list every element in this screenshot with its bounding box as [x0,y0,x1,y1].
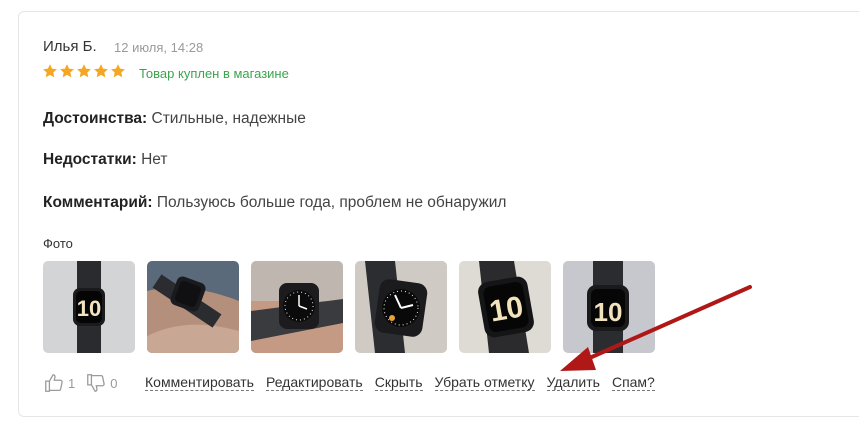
star-icon [77,64,91,78]
cons-field: Недостатки: Нет [43,151,168,169]
bought-badge: Товар куплен в магазине [139,66,289,81]
comment-text: Пользуюсь больше года, проблем не обнару… [152,194,507,211]
pros-text: Стильные, надежные [147,110,306,127]
spam-link[interactable]: Спам? [611,374,655,391]
pros-label: Достоинства: [43,110,148,127]
remove-mark-link[interactable]: Убрать отметку [434,374,535,391]
cons-label: Недостатки: [43,151,137,168]
pros-field: Достоинства: Стильные, надежные [43,110,306,128]
delete-link[interactable]: Удалить [546,374,600,391]
thumbs-down-icon [87,374,105,392]
star-icon [94,64,108,78]
svg-text:10: 10 [594,297,623,327]
rating-stars [42,63,126,81]
star-icon [43,64,57,78]
photo-thumbnail[interactable] [251,261,343,353]
photo-thumbnail[interactable] [147,261,239,353]
comment-field: Комментарий: Пользуюсь больше года, проб… [43,194,506,212]
dislike-count: 0 [110,375,118,391]
dislike-button[interactable]: 0 [85,372,117,394]
comment-link[interactable]: Комментировать [145,374,254,391]
svg-text:10: 10 [487,290,526,328]
vote-controls: 1 0 [43,372,117,394]
photo-gallery: 10 10 10 [43,261,655,353]
photo-thumbnail[interactable]: 10 [563,261,655,353]
hide-link[interactable]: Скрыть [374,374,423,391]
star-icon [60,64,74,78]
comment-label: Комментарий: [43,194,153,211]
svg-text:10: 10 [77,296,101,321]
photo-label: Фото [43,236,73,251]
cons-text: Нет [136,151,168,168]
thumbs-up-icon [45,374,63,392]
photo-thumbnail[interactable]: 10 [43,261,135,353]
review-actions: Комментировать Редактировать Скрыть Убра… [145,374,655,391]
review-date: 12 июля, 14:28 [114,40,204,55]
like-button[interactable]: 1 [43,372,75,394]
like-count: 1 [68,375,76,391]
star-icon [111,64,125,78]
photo-thumbnail[interactable]: 10 [459,261,551,353]
review-author: Илья Б. [43,38,97,55]
photo-thumbnail[interactable] [355,261,447,353]
edit-link[interactable]: Редактировать [265,374,363,391]
